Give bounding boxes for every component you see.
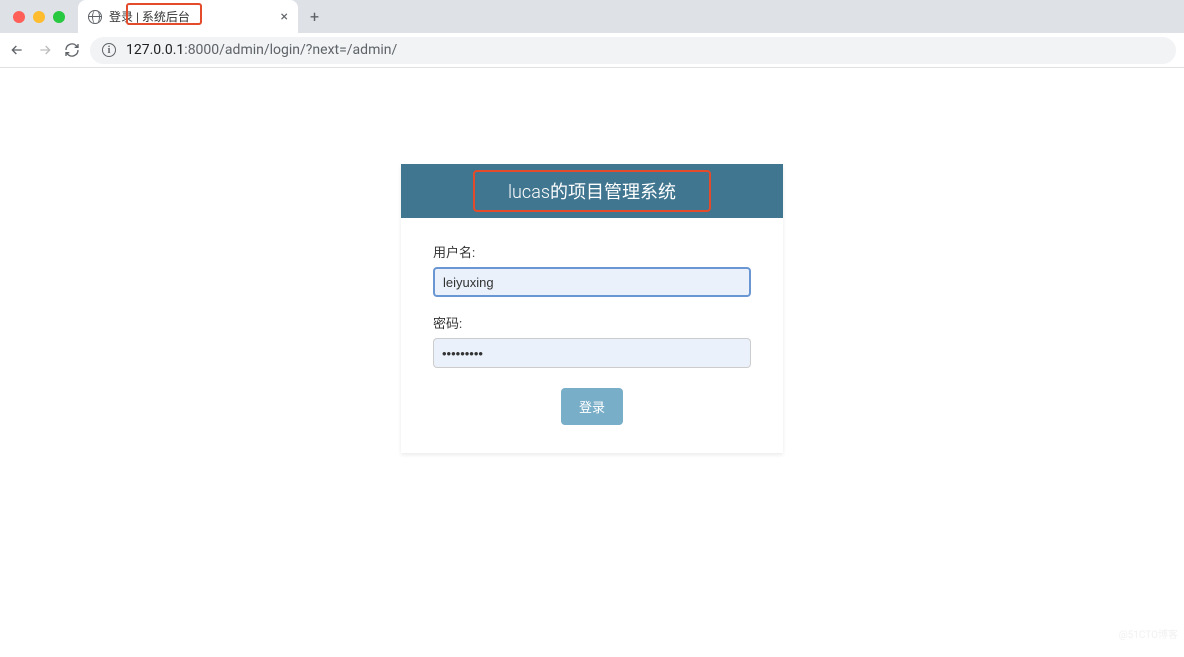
- browser-tab[interactable]: 登录 | 系统后台 ×: [78, 0, 298, 33]
- password-label: 密码:: [433, 313, 751, 332]
- tab-title: 登录 | 系统后台: [109, 8, 190, 25]
- login-form: 用户名: 密码: 登录: [401, 218, 783, 453]
- login-header: lucas的项目管理系统: [401, 164, 783, 218]
- browser-chrome: 登录 | 系统后台 × + i 127.0.0.1:8000/admin/log…: [0, 0, 1184, 68]
- page-content: lucas的项目管理系统 用户名: 密码: 登录 @51CTO博客: [0, 164, 1184, 657]
- back-button[interactable]: [8, 42, 26, 58]
- forward-button[interactable]: [36, 42, 54, 58]
- url-host: 127.0.0.1: [126, 42, 184, 58]
- login-box: lucas的项目管理系统 用户名: 密码: 登录: [401, 164, 783, 453]
- window-close[interactable]: [13, 11, 25, 23]
- password-row: 密码:: [433, 313, 751, 368]
- username-input[interactable]: [433, 267, 751, 297]
- globe-icon: [88, 10, 102, 24]
- new-tab-button[interactable]: +: [298, 7, 331, 26]
- username-label: 用户名:: [433, 242, 751, 261]
- login-button[interactable]: 登录: [561, 388, 623, 425]
- window-minimize[interactable]: [33, 11, 45, 23]
- reload-button[interactable]: [64, 42, 80, 58]
- toolbar: i 127.0.0.1:8000/admin/login/?next=/admi…: [0, 33, 1184, 67]
- address-bar[interactable]: i 127.0.0.1:8000/admin/login/?next=/admi…: [90, 37, 1176, 64]
- username-row: 用户名:: [433, 242, 751, 297]
- site-title: lucas的项目管理系统: [508, 182, 676, 203]
- site-info-icon[interactable]: i: [102, 43, 116, 57]
- window-maximize[interactable]: [53, 11, 65, 23]
- password-input[interactable]: [433, 338, 751, 368]
- window-controls: [0, 11, 78, 23]
- submit-row: 登录: [433, 388, 751, 425]
- tab-close-icon[interactable]: ×: [281, 9, 288, 25]
- tab-strip: 登录 | 系统后台 × +: [0, 0, 1184, 33]
- watermark: @51CTO博客: [1119, 626, 1178, 641]
- url-text: 127.0.0.1:8000/admin/login/?next=/admin/: [126, 42, 397, 58]
- url-path: :8000/admin/login/?next=/admin/: [184, 42, 397, 58]
